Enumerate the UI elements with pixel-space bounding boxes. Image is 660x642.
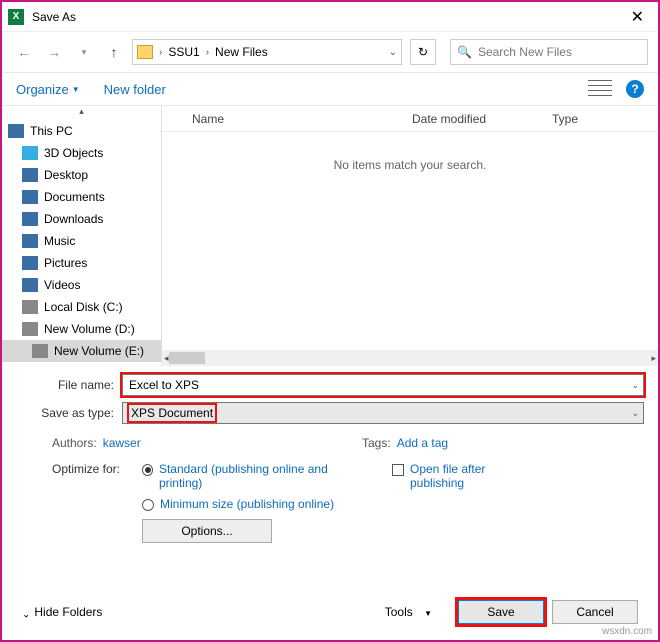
chevron-down-icon: ▼ (72, 85, 80, 94)
nav-bar: ← → ▾ ↑ › SSU1 › New Files ⌄ ↻ 🔍 Search … (2, 32, 658, 72)
save-type-value: XPS Document (129, 405, 215, 421)
downloads-icon (22, 212, 38, 226)
excel-icon: X (8, 9, 24, 25)
objects-3d-icon (22, 146, 38, 160)
tree-item-volume-d[interactable]: New Volume (D:) (2, 318, 161, 340)
tags-value[interactable]: Add a tag (397, 436, 448, 450)
tools-dropdown[interactable]: Tools ▼ (385, 605, 432, 619)
file-name-input[interactable]: Excel to XPS ⌄ (122, 374, 644, 396)
tree-item-desktop[interactable]: Desktop (2, 164, 161, 186)
disk-icon (32, 344, 48, 358)
column-date[interactable]: Date modified (412, 112, 552, 126)
save-type-select[interactable]: XPS Document ⌄ (122, 402, 644, 424)
videos-icon (22, 278, 38, 292)
options-button[interactable]: Options... (142, 519, 272, 543)
tree-item-downloads[interactable]: Downloads (2, 208, 161, 230)
hide-folders-button[interactable]: ⌃ Hide Folders (22, 605, 102, 619)
scroll-up-button[interactable]: ▴ (2, 106, 161, 120)
tree-item-local-c[interactable]: Local Disk (C:) (2, 296, 161, 318)
scroll-right-icon[interactable]: ▸ (651, 353, 656, 364)
radio-icon (142, 464, 153, 476)
disk-icon (22, 300, 38, 314)
checkbox-icon (392, 464, 404, 476)
column-name[interactable]: Name (162, 112, 412, 126)
watermark: wsxdn.com (602, 626, 652, 637)
chevron-up-icon: ⌃ (22, 607, 30, 618)
authors-value[interactable]: kawser (103, 436, 141, 450)
save-as-dialog: X Save As ✕ ← → ▾ ↑ › SSU1 › New Files ⌄… (0, 0, 660, 642)
tags-label: Tags: (362, 436, 391, 450)
chevron-down-icon[interactable]: ⌄ (389, 47, 397, 58)
help-button[interactable]: ? (626, 80, 644, 98)
file-name-label: File name: (16, 378, 122, 392)
organize-button[interactable]: Organize ▼ (16, 82, 80, 97)
radio-standard[interactable]: Standard (publishing online and printing… (142, 462, 352, 491)
tree-item-3d-objects[interactable]: 3D Objects (2, 142, 161, 164)
pictures-icon (22, 256, 38, 270)
address-bar[interactable]: › SSU1 › New Files ⌄ (132, 39, 402, 65)
column-headers: Name Date modified Type (162, 106, 658, 132)
chevron-down-icon: ▼ (424, 609, 432, 618)
new-folder-button[interactable]: New folder (104, 82, 166, 97)
scrollbar-thumb[interactable] (169, 352, 205, 364)
search-input[interactable]: 🔍 Search New Files (450, 39, 648, 65)
folder-icon (137, 45, 153, 59)
window-title: Save As (32, 10, 623, 24)
optimize-label: Optimize for: (52, 462, 142, 513)
nav-tree: ▴ This PC 3D Objects Desktop Documents D… (2, 106, 162, 366)
disk-icon (22, 322, 38, 336)
file-list: Name Date modified Type No items match y… (162, 106, 658, 366)
desktop-icon (22, 168, 38, 182)
search-icon: 🔍 (457, 45, 472, 59)
horizontal-scrollbar[interactable]: ◂ ▸ (162, 350, 658, 366)
tree-item-volume-e[interactable]: New Volume (E:) (2, 340, 161, 362)
authors-label: Authors: (52, 436, 97, 450)
chevron-down-icon[interactable]: ⌄ (631, 380, 639, 391)
music-icon (22, 234, 38, 248)
tree-item-pictures[interactable]: Pictures (2, 252, 161, 274)
forward-button[interactable]: → (42, 40, 66, 64)
cancel-button[interactable]: Cancel (552, 600, 638, 624)
up-button[interactable]: ↑ (102, 40, 126, 64)
empty-message: No items match your search. (162, 132, 658, 172)
view-options-button[interactable] (588, 80, 612, 98)
tree-item-this-pc[interactable]: This PC (2, 120, 161, 142)
recent-locations-dropdown[interactable]: ▾ (72, 40, 96, 64)
title-bar: X Save As ✕ (2, 2, 658, 32)
documents-icon (22, 190, 38, 204)
save-button[interactable]: Save (458, 600, 544, 624)
radio-icon (142, 499, 154, 511)
refresh-button[interactable]: ↻ (410, 39, 436, 65)
command-bar: Organize ▼ New folder ? (2, 72, 658, 106)
radio-minimum[interactable]: Minimum size (publishing online) (142, 497, 352, 511)
breadcrumb-seg-2[interactable]: New Files (215, 45, 268, 59)
file-name-value: Excel to XPS (129, 378, 199, 392)
pc-icon (8, 124, 24, 138)
chevron-right-icon: › (159, 47, 162, 58)
chevron-down-icon[interactable]: ⌄ (631, 408, 639, 419)
tree-item-videos[interactable]: Videos (2, 274, 161, 296)
breadcrumb-seg-1[interactable]: SSU1 (168, 45, 199, 59)
save-type-label: Save as type: (16, 406, 122, 420)
search-placeholder: Search New Files (478, 45, 572, 59)
dialog-footer: ⌃ Hide Folders Tools ▼ Save Cancel (2, 600, 658, 624)
chevron-right-icon: › (206, 47, 209, 58)
column-type[interactable]: Type (552, 112, 612, 126)
back-button[interactable]: ← (12, 40, 36, 64)
close-button[interactable]: ✕ (623, 7, 652, 27)
checkbox-open-after[interactable]: Open file after publishing (392, 462, 520, 513)
tree-item-documents[interactable]: Documents (2, 186, 161, 208)
tree-item-music[interactable]: Music (2, 230, 161, 252)
form-area: File name: Excel to XPS ⌄ Save as type: … (2, 366, 658, 543)
